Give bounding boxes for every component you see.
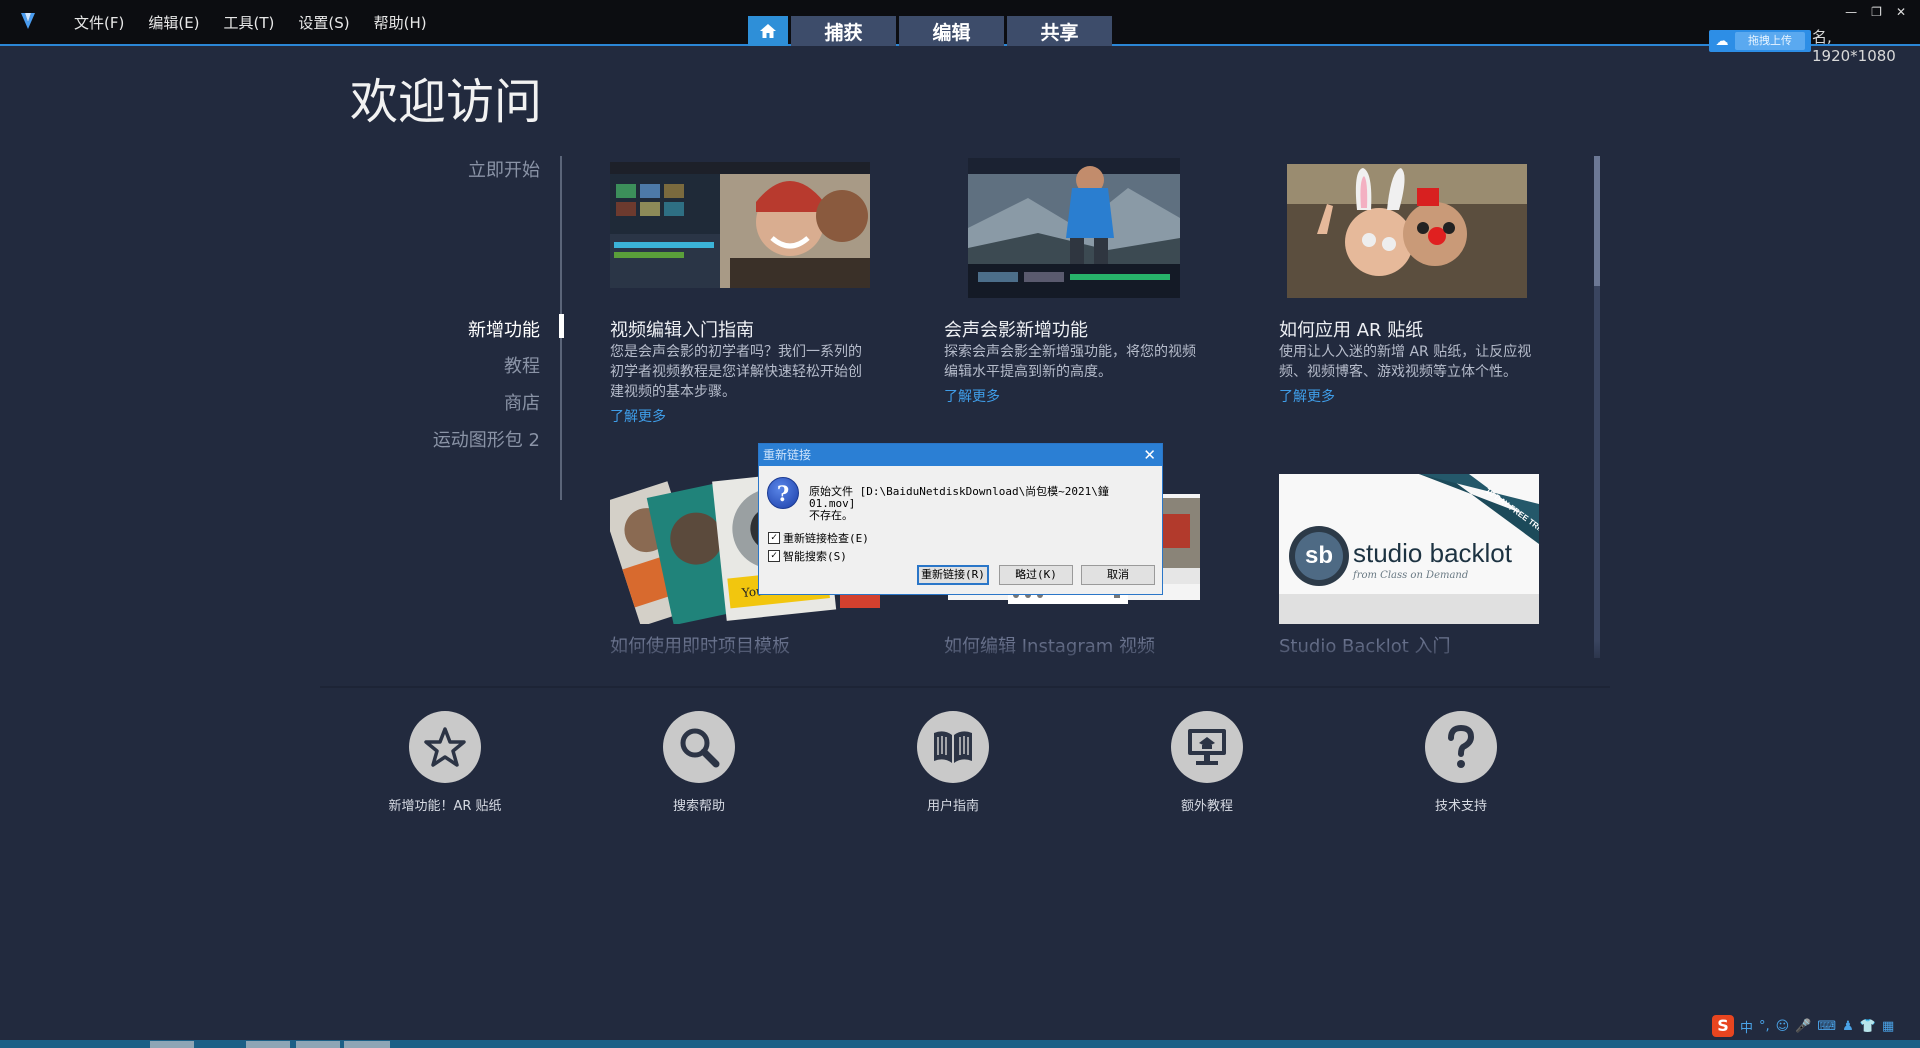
dialog-message-line1: 原始文件 [D:\BaiduNetdiskDownload\尚包模~2021\鐘…: [809, 485, 1109, 510]
checkbox-label: 智能搜索(S): [783, 550, 847, 563]
nav-item-motion-pack[interactable]: 运动图形包 2: [433, 426, 540, 452]
studio-backlot-tagline: from Class on Demand: [1353, 570, 1469, 581]
title-bar: 文件(F) 编辑(E) 工具(T) 设置(S) 帮助(H) 捕获 编辑 共享 —…: [0, 0, 1920, 46]
checkbox-relink-check[interactable]: ✓: [768, 532, 780, 544]
menu-file[interactable]: 文件(F): [62, 0, 136, 46]
status-bar-segment: [296, 1041, 340, 1048]
window-controls: — ❐ ✕: [1845, 6, 1906, 18]
menu-tools[interactable]: 工具(T): [212, 0, 287, 46]
nav-item-get-started[interactable]: 立即开始: [468, 156, 540, 182]
card-description: 探索会声会影全新增强功能，将您的视频编辑水平提高到新的高度。: [944, 344, 1196, 380]
status-bar-segment: [344, 1041, 390, 1048]
tab-edit[interactable]: 编辑: [899, 16, 1004, 46]
quicklink-tech-support[interactable]: 技术支持: [1381, 711, 1541, 814]
cloud-icon: ☁: [1715, 33, 1729, 49]
card-title: 视频编辑入门指南: [610, 320, 754, 341]
ime-lang-toggle[interactable]: 中: [1740, 1017, 1753, 1036]
quicklink-label: 额外教程: [1180, 799, 1233, 814]
menu-help[interactable]: 帮助(H): [362, 0, 439, 46]
drag-upload-button[interactable]: 拖拽上传: [1735, 32, 1805, 50]
ime-user-icon[interactable]: ♟: [1842, 1019, 1854, 1034]
card-thumbnail: [968, 158, 1180, 298]
app-logo-icon[interactable]: [20, 12, 36, 30]
relink-button[interactable]: 重新链接(R): [917, 565, 989, 585]
resolution-text: 名, 1920*1080: [1812, 28, 1896, 65]
card-video-editing-guide[interactable]: 视频编辑入门指南 您是会声会影的初学者吗？我们一系列的初学者视频教程是您详解快速…: [610, 162, 880, 432]
card-description: 您是会声会影的初学者吗？我们一系列的初学者视频教程是您详解快速轻松开始创建视频的…: [610, 344, 862, 400]
dialog-message-line2: 不存在。: [809, 509, 853, 522]
menu-settings[interactable]: 设置(S): [286, 0, 361, 46]
relink-check-option[interactable]: ✓ 重新链接检查(E): [768, 530, 869, 546]
quicklink-label: 搜索帮助: [672, 799, 725, 814]
nav-item-new-features[interactable]: 新增功能: [468, 316, 540, 342]
close-button[interactable]: ✕: [1896, 6, 1906, 18]
learn-more-link[interactable]: 了解更多: [1279, 386, 1335, 406]
nav-item-tutorials[interactable]: 教程: [504, 352, 540, 378]
search-icon: [663, 711, 735, 783]
tab-share[interactable]: 共享: [1007, 16, 1112, 46]
minimize-button[interactable]: —: [1845, 6, 1857, 18]
learn-more-link[interactable]: 了解更多: [944, 386, 1000, 406]
card-title: 如何应用 AR 贴纸: [1279, 320, 1424, 341]
quicklink-label: 技术支持: [1434, 799, 1487, 814]
question-icon: [1425, 711, 1497, 783]
checkbox-smart-search[interactable]: ✓: [768, 550, 780, 562]
section-separator: [320, 686, 1610, 688]
ime-skin-icon[interactable]: 👕: [1860, 1019, 1876, 1034]
content-fade: [320, 640, 1610, 680]
welcome-side-nav: 立即开始 新增功能 教程 商店 运动图形包 2: [380, 152, 564, 500]
cancel-button[interactable]: 取消: [1081, 565, 1155, 585]
ime-keyboard-icon[interactable]: ⌨: [1817, 1019, 1836, 1034]
quicklink-extra-tutorials[interactable]: 额外教程: [1127, 711, 1287, 814]
ime-punctuation-icon[interactable]: °,: [1759, 1019, 1770, 1034]
tab-home[interactable]: [748, 16, 788, 46]
tab-capture[interactable]: 捕获: [791, 16, 896, 46]
page-title: 欢迎访问: [350, 74, 543, 130]
status-bar-segment: [150, 1041, 194, 1048]
checkbox-label: 重新链接检查(E): [783, 532, 869, 545]
quicklink-search-help[interactable]: 搜索帮助: [619, 711, 779, 814]
card-new-features[interactable]: 会声会影新增功能 探索会声会影全新增强功能，将您的视频编辑水平提高到新的高度。 …: [944, 158, 1214, 408]
card-thumbnail: [1287, 164, 1527, 298]
workspace-tabs: 捕获 编辑 共享: [748, 16, 1115, 46]
card-title: 会声会影新增功能: [944, 320, 1088, 341]
card-ar-stickers[interactable]: 如何应用 AR 贴纸 使用让人入迷的新增 AR 贴纸，让反应视频、视频博客、游戏…: [1279, 164, 1549, 414]
question-icon: ?: [767, 477, 799, 509]
learn-more-link[interactable]: 了解更多: [610, 406, 666, 426]
dialog-title-bar[interactable]: 重新链接 ✕: [759, 444, 1162, 466]
ime-toolbox-icon[interactable]: ▦: [1882, 1019, 1894, 1034]
studio-backlot-brand: studio backlot: [1353, 538, 1512, 568]
ime-voice-icon[interactable]: 🎤: [1795, 1019, 1811, 1034]
studio-backlot-logo-mark: sb: [1304, 542, 1333, 569]
card-description: 使用让人入迷的新增 AR 贴纸，让反应视频、视频博客、游戏视频等立体个性。: [1279, 344, 1532, 380]
home-icon: [760, 24, 776, 38]
ime-emoji-icon[interactable]: ☺: [1776, 1019, 1790, 1034]
smart-search-option[interactable]: ✓ 智能搜索(S): [768, 548, 847, 564]
restore-button[interactable]: ❐: [1871, 6, 1882, 18]
close-icon[interactable]: ✕: [1143, 444, 1156, 466]
nav-item-store[interactable]: 商店: [504, 389, 540, 415]
card-thumbnail: 10 DAY FREE TRIAL! sb studio backlot fro…: [1279, 474, 1539, 624]
card-thumbnail: [610, 162, 870, 288]
baidu-upload-widget[interactable]: ☁ 拖拽上传: [1709, 30, 1811, 52]
sogou-ime-icon[interactable]: S: [1712, 1015, 1734, 1037]
nav-active-marker: [559, 314, 564, 338]
quicklink-new-ar-stickers[interactable]: 新增功能！AR 贴纸: [365, 711, 525, 814]
relink-dialog: 重新链接 ✕ ? 原始文件 [D:\BaiduNetdiskDownload\尚…: [758, 443, 1163, 595]
monitor-icon: [1171, 711, 1243, 783]
book-icon: [917, 711, 989, 783]
star-icon: [409, 711, 481, 783]
content-scrollbar-thumb[interactable]: [1594, 156, 1600, 286]
dialog-message: 原始文件 [D:\BaiduNetdiskDownload\尚包模~2021\鐘…: [809, 486, 1159, 522]
quicklink-user-guide[interactable]: 用户指南: [873, 711, 1033, 814]
menu-edit[interactable]: 编辑(E): [136, 0, 211, 46]
ime-toolbar: S 中 °, ☺ 🎤 ⌨ ♟ 👕 ▦: [1712, 1015, 1894, 1037]
dialog-title: 重新链接: [763, 448, 812, 462]
card-studio-backlot[interactable]: 10 DAY FREE TRIAL! sb studio backlot fro…: [1279, 474, 1549, 657]
status-bar-segment: [246, 1041, 290, 1048]
quicklink-label: 用户指南: [926, 799, 979, 814]
menu-bar: 文件(F) 编辑(E) 工具(T) 设置(S) 帮助(H): [62, 0, 439, 46]
skip-button[interactable]: 略过(K): [999, 565, 1073, 585]
quicklink-label: 新增功能！AR 贴纸: [388, 799, 502, 814]
